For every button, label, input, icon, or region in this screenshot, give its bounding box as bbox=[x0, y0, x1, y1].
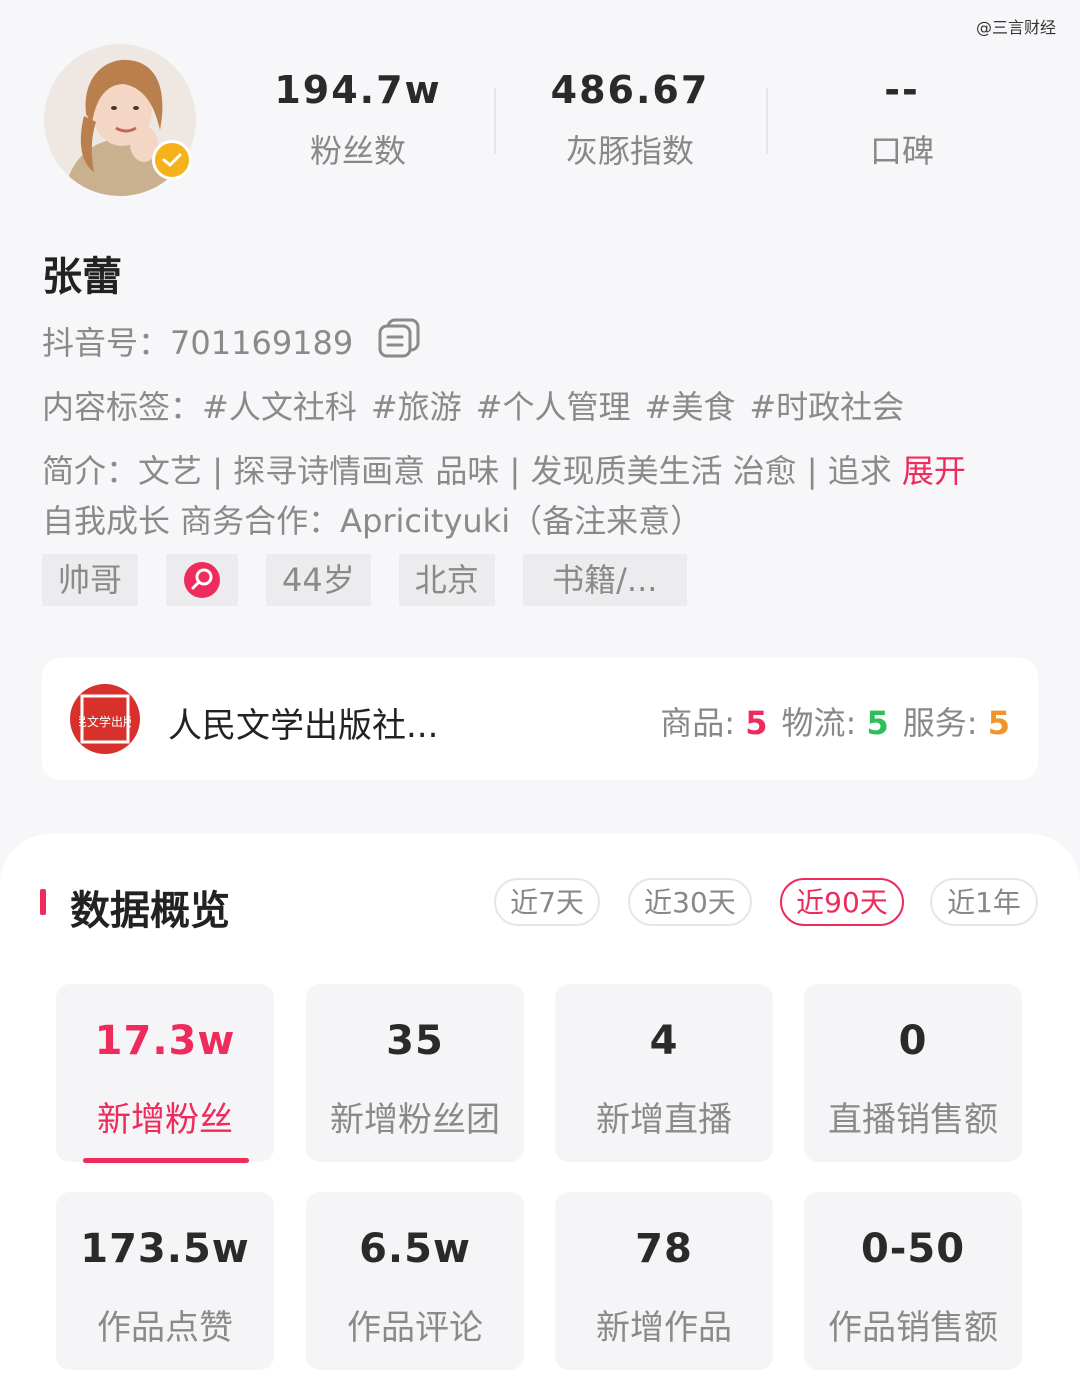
range-90d-button[interactable]: 近90天 bbox=[780, 878, 904, 926]
content-tag[interactable]: #美食 bbox=[645, 388, 736, 426]
metric-label: 作品评论 bbox=[347, 1308, 483, 1348]
stat-divider bbox=[766, 88, 768, 154]
metric-value: 0-50 bbox=[860, 1226, 966, 1272]
svg-text:人民文学出版社: 人民文学出版社 bbox=[79, 714, 131, 729]
stat-value: 194.7w bbox=[274, 68, 442, 112]
metric-new-works[interactable]: 78 新增作品 bbox=[555, 1192, 773, 1370]
metric-value: 4 bbox=[649, 1018, 679, 1064]
verified-badge-icon bbox=[152, 140, 192, 180]
bio-row: 简介：文艺 | 探寻诗情画意 品味 | 发现质美生活 治愈 | 追求 展开 bbox=[42, 446, 966, 492]
metric-new-live[interactable]: 4 新增直播 bbox=[555, 984, 773, 1162]
douyin-id-row: 抖音号：701169189 bbox=[42, 318, 353, 364]
metric-new-followers[interactable]: 17.3w 新增粉丝 bbox=[56, 984, 274, 1162]
range-7d-button[interactable]: 近7天 bbox=[494, 878, 600, 926]
metric-value: 17.3w bbox=[94, 1018, 236, 1064]
section-title: 数据概览 bbox=[70, 888, 230, 934]
metric-label: 新增直播 bbox=[596, 1100, 732, 1140]
section-accent-bar bbox=[40, 889, 46, 915]
content-tag[interactable]: #个人管理 bbox=[476, 388, 631, 426]
female-icon bbox=[166, 554, 239, 606]
content-tags-row: 内容标签：#人文社科 #旅游 #个人管理 #美食 #时政社会 bbox=[42, 382, 918, 428]
metric-value: 78 bbox=[635, 1226, 693, 1272]
stat-divider bbox=[494, 88, 496, 154]
metric-value: 173.5w bbox=[80, 1226, 250, 1272]
stat-label: 口碑 bbox=[869, 132, 934, 170]
score-label: 服务: bbox=[902, 704, 978, 742]
metric-value: 0 bbox=[898, 1018, 928, 1064]
content-tag[interactable]: #时政社会 bbox=[749, 388, 904, 426]
copy-icon[interactable] bbox=[378, 318, 420, 358]
metric-label: 新增作品 bbox=[596, 1308, 732, 1348]
shop-scores: 商品: 5 物流: 5 服务: 5 bbox=[660, 698, 1010, 744]
bio-label: 简介： bbox=[42, 452, 139, 490]
profile-name: 张蕾 bbox=[42, 254, 122, 300]
metric-new-fan-club[interactable]: 35 新增粉丝团 bbox=[306, 984, 524, 1162]
range-30d-button[interactable]: 近30天 bbox=[628, 878, 752, 926]
bio-row-2: 自我成长 商务合作：Apricityuki（备注来意） bbox=[42, 502, 703, 540]
chip-age: 44岁 bbox=[266, 554, 371, 606]
content-tags-label: 内容标签： bbox=[42, 388, 203, 426]
douyin-id-label: 抖音号： bbox=[42, 324, 171, 362]
score-label: 物流: bbox=[781, 704, 857, 742]
metric-label: 新增粉丝 bbox=[97, 1100, 233, 1140]
stat-label: 粉丝数 bbox=[309, 132, 406, 170]
metric-live-sales[interactable]: 0 直播销售额 bbox=[804, 984, 1022, 1162]
score-label: 商品: bbox=[660, 704, 736, 742]
watermark: @三言财经 bbox=[975, 18, 1056, 37]
metric-value: 6.5w bbox=[359, 1226, 471, 1272]
profile-chips: 帅哥 44岁 北京 书籍/... bbox=[42, 554, 687, 606]
score-value: 5 bbox=[866, 704, 889, 742]
metric-label: 直播销售额 bbox=[828, 1100, 998, 1140]
metric-likes[interactable]: 173.5w 作品点赞 bbox=[56, 1192, 274, 1370]
shop-name: 人民文学出版社... bbox=[168, 706, 439, 746]
metric-label: 作品销售额 bbox=[828, 1308, 998, 1348]
metric-works-sales[interactable]: 0-50 作品销售额 bbox=[804, 1192, 1022, 1370]
score-value: 5 bbox=[987, 704, 1010, 742]
stat-value: 486.67 bbox=[550, 68, 710, 112]
metric-label: 作品点赞 bbox=[97, 1308, 233, 1348]
chip-location: 北京 bbox=[398, 554, 495, 606]
stat-index[interactable]: 486.67 灰豚指数 bbox=[520, 64, 740, 172]
metric-comments[interactable]: 6.5w 作品评论 bbox=[306, 1192, 524, 1370]
range-1y-button[interactable]: 近1年 bbox=[930, 878, 1038, 926]
douyin-id: 701169189 bbox=[170, 324, 354, 362]
shop-card[interactable]: 人民文学出版社 人民文学出版社... 商品: 5物流: 5服务: 5 bbox=[42, 658, 1038, 780]
chip-gender-tag: 帅哥 bbox=[42, 554, 139, 606]
stat-followers[interactable]: 194.7w 粉丝数 bbox=[248, 64, 468, 172]
stat-label: 灰豚指数 bbox=[565, 132, 694, 170]
stat-value: -- bbox=[884, 68, 920, 112]
expand-link[interactable]: 展开 bbox=[902, 452, 966, 490]
content-tag[interactable]: #人文社科 bbox=[202, 388, 357, 426]
shop-logo: 人民文学出版社 bbox=[70, 684, 140, 754]
score-value: 5 bbox=[745, 704, 768, 742]
metric-value: 35 bbox=[386, 1018, 444, 1064]
stat-reputation[interactable]: -- 口碑 bbox=[792, 64, 1012, 172]
content-tag[interactable]: #旅游 bbox=[371, 388, 462, 426]
metric-label: 新增粉丝团 bbox=[330, 1100, 500, 1140]
active-metric-underline bbox=[83, 1158, 249, 1163]
bio-text: 文艺 | 探寻诗情画意 品味 | 发现质美生活 治愈 | 追求 bbox=[138, 452, 892, 490]
chip-category[interactable]: 书籍/... bbox=[522, 554, 687, 606]
